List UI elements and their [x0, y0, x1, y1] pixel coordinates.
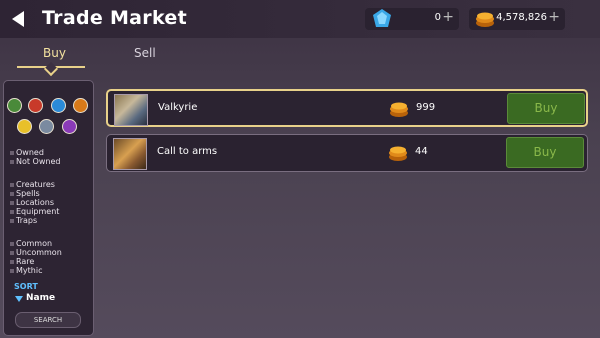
nature-element-icon[interactable] — [7, 98, 22, 113]
add-coins-icon[interactable]: + — [548, 9, 560, 25]
filter-not-owned[interactable]: Not Owned — [9, 157, 60, 166]
card-price: 999 — [416, 102, 436, 113]
add-gems-icon[interactable]: + — [442, 9, 454, 25]
light-element-icon[interactable] — [17, 119, 32, 134]
top-bar: Trade Market 0 + 4,578,826 + — [0, 0, 600, 38]
fire-element-icon[interactable] — [28, 98, 43, 113]
filter-equipment[interactable]: Equipment — [9, 207, 59, 216]
earth-element-icon[interactable] — [73, 98, 88, 113]
gem-icon — [373, 9, 391, 27]
filter-mythic[interactable]: Mythic — [9, 266, 42, 275]
tab-sell[interactable]: Sell — [134, 46, 156, 60]
card-name: Call to arms — [157, 146, 218, 157]
coin-stack-icon — [390, 102, 408, 117]
gem-currency[interactable]: 0 + — [365, 8, 459, 30]
page-title: Trade Market — [42, 7, 187, 29]
filter-owned[interactable]: Owned — [10, 148, 44, 157]
air-element-icon[interactable] — [39, 119, 54, 134]
search-button[interactable]: SEARCH — [15, 312, 81, 328]
buy-button[interactable]: Buy — [507, 93, 585, 124]
filter-common[interactable]: Common — [9, 239, 52, 248]
back-arrow-icon[interactable] — [12, 11, 24, 27]
card-price: 44 — [415, 146, 428, 157]
sort-option[interactable]: Name — [26, 293, 55, 303]
filter-traps[interactable]: Traps — [9, 216, 37, 225]
sort-label: SORT — [14, 282, 38, 291]
filter-locations[interactable]: Locations — [9, 198, 54, 207]
card-name: Valkyrie — [158, 102, 198, 113]
water-element-icon[interactable] — [51, 98, 66, 113]
buy-button[interactable]: Buy — [506, 137, 584, 168]
filter-creatures[interactable]: Creatures — [10, 180, 55, 189]
coin-stack-icon — [389, 146, 407, 161]
listing-row[interactable]: Valkyrie 999 Buy — [106, 89, 588, 127]
card-thumbnail — [114, 94, 148, 126]
card-thumbnail — [113, 138, 147, 170]
coin-stack-icon — [476, 12, 494, 27]
sort-direction-icon[interactable] — [15, 296, 23, 302]
filter-rare[interactable]: Rare — [9, 257, 34, 266]
filter-spells[interactable]: Spells — [10, 189, 40, 198]
listing-row[interactable]: Call to arms 44 Buy — [106, 134, 588, 172]
gem-count: 0 — [434, 12, 441, 23]
dark-element-icon[interactable] — [62, 119, 77, 134]
filter-uncommon[interactable]: Uncommon — [10, 248, 62, 257]
coin-count: 4,578,826 — [496, 12, 547, 23]
tab-buy[interactable]: Buy — [43, 46, 66, 60]
coin-currency[interactable]: 4,578,826 + — [469, 8, 565, 30]
